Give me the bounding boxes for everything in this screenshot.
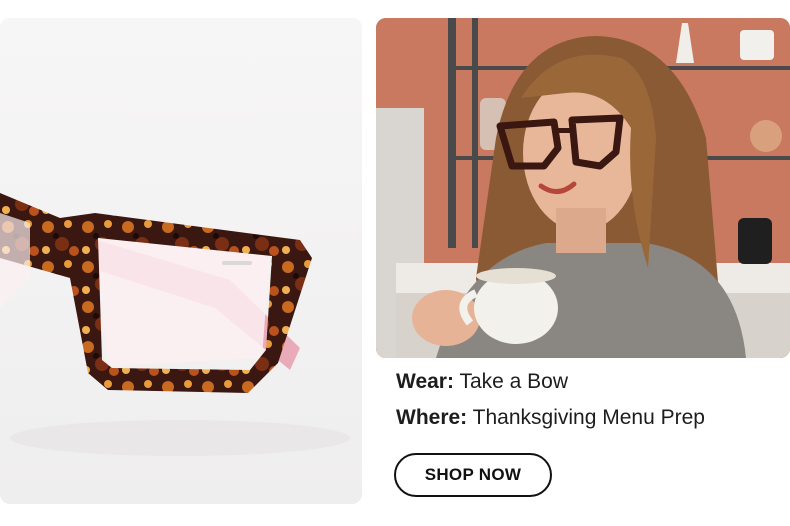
woman-with-glasses-photo — [376, 18, 790, 358]
where-label: Where: — [396, 406, 468, 429]
wear-caption: Wear: Take a Bow — [396, 370, 568, 394]
where-caption: Where: Thanksgiving Menu Prep — [396, 406, 705, 430]
lifestyle-image-panel — [376, 18, 790, 358]
shop-now-label: SHOP NOW — [424, 465, 522, 484]
where-value: Thanksgiving Menu Prep — [472, 406, 705, 429]
shop-now-button[interactable]: SHOP NOW — [394, 453, 552, 497]
glasses-image — [0, 18, 362, 504]
product-image-panel — [0, 18, 362, 504]
wear-label: Wear: — [396, 370, 454, 393]
wear-value: Take a Bow — [459, 370, 568, 393]
